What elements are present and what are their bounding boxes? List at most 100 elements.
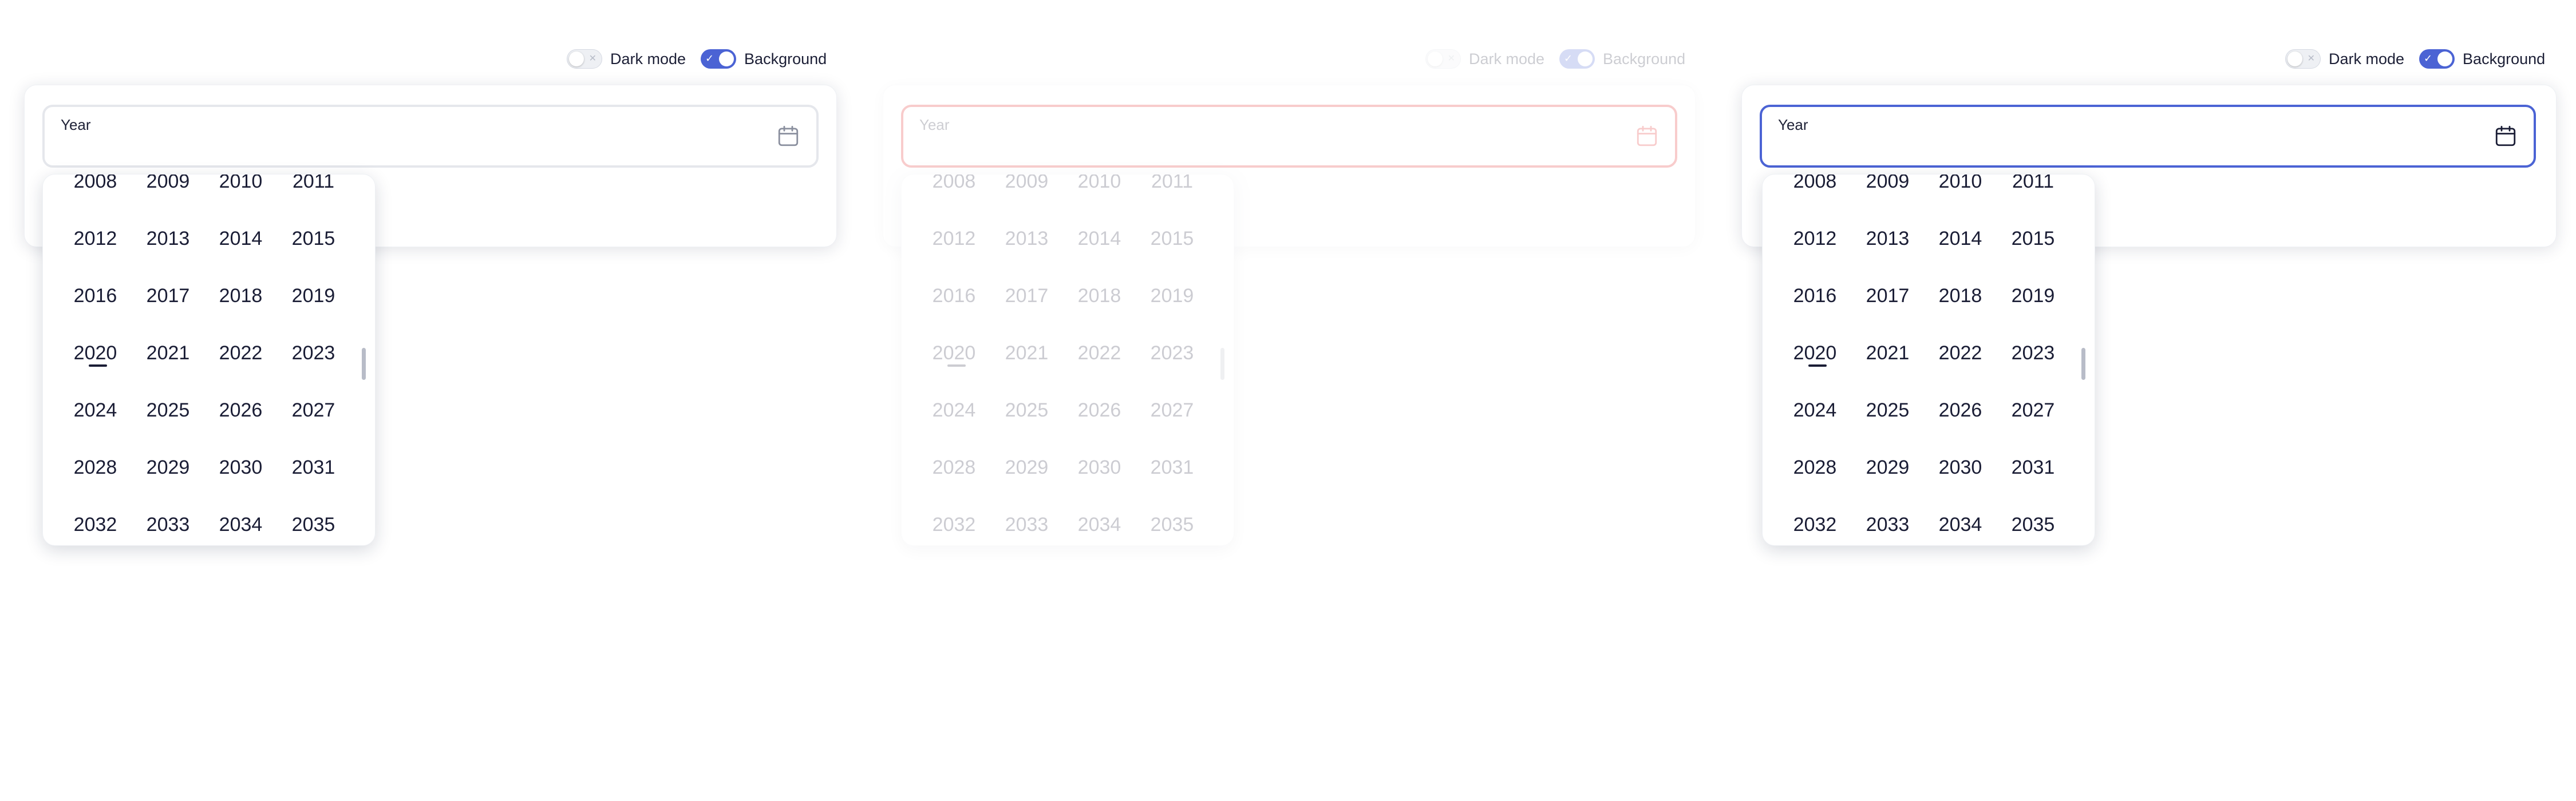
dark-mode-switch[interactable]: ✕	[2285, 49, 2321, 69]
year-option-2030[interactable]: 2030	[1924, 456, 1997, 479]
year-option-2028[interactable]: 2028	[59, 456, 132, 479]
year-option-2034[interactable]: 2034	[1063, 513, 1136, 536]
year-option-2019[interactable]: 2019	[1136, 284, 1208, 307]
year-option-2020[interactable]: 2020	[1779, 342, 1851, 367]
year-dropdown[interactable]: 2008 2009 2010 2011 2012 2013 2014 2015 …	[1762, 174, 2095, 546]
year-option-2008[interactable]: 2008	[918, 175, 990, 193]
year-option-2012[interactable]: 2012	[59, 227, 132, 250]
year-option-2023[interactable]: 2023	[1136, 342, 1208, 364]
background-switch[interactable]: ✓	[2419, 49, 2455, 69]
year-option-2018[interactable]: 2018	[1924, 284, 1997, 307]
year-option-2021[interactable]: 2021	[990, 342, 1063, 364]
scrollbar-thumb[interactable]	[1220, 348, 1224, 380]
calendar-icon[interactable]	[776, 124, 800, 148]
year-option-2010[interactable]: 2010	[1924, 175, 1997, 193]
year-option-2033[interactable]: 2033	[1851, 513, 1924, 536]
background-switch[interactable]: ✓	[1559, 49, 1595, 69]
year-option-2022[interactable]: 2022	[1063, 342, 1136, 364]
year-option-2032[interactable]: 2032	[1779, 513, 1851, 536]
year-option-2017[interactable]: 2017	[990, 284, 1063, 307]
year-option-2018[interactable]: 2018	[204, 284, 277, 307]
year-option-2029[interactable]: 2029	[990, 456, 1063, 479]
year-option-2028[interactable]: 2028	[918, 456, 990, 479]
year-option-2033[interactable]: 2033	[990, 513, 1063, 536]
year-option-2013[interactable]: 2013	[132, 227, 204, 250]
year-option-2011[interactable]: 2011	[1136, 175, 1208, 193]
year-option-2022[interactable]: 2022	[1924, 342, 1997, 364]
dark-mode-switch[interactable]: ✕	[567, 49, 602, 69]
year-option-2016[interactable]: 2016	[918, 284, 990, 307]
year-option-2025[interactable]: 2025	[132, 399, 204, 422]
year-option-2013[interactable]: 2013	[1851, 227, 1924, 250]
year-option-2027[interactable]: 2027	[1136, 399, 1208, 422]
year-option-2024[interactable]: 2024	[59, 399, 132, 422]
year-option-2026[interactable]: 2026	[1063, 399, 1136, 422]
year-option-2011[interactable]: 2011	[277, 175, 350, 193]
year-option-2035[interactable]: 2035	[1997, 513, 2069, 536]
year-option-2019[interactable]: 2019	[277, 284, 350, 307]
year-option-2025[interactable]: 2025	[1851, 399, 1924, 422]
year-option-2024[interactable]: 2024	[1779, 399, 1851, 422]
background-switch[interactable]: ✓	[701, 49, 737, 69]
year-option-2031[interactable]: 2031	[1997, 456, 2069, 479]
year-option-2020[interactable]: 2020	[59, 342, 132, 367]
year-option-2019[interactable]: 2019	[1997, 284, 2069, 307]
year-option-2012[interactable]: 2012	[918, 227, 990, 250]
year-option-2029[interactable]: 2029	[132, 456, 204, 479]
year-option-2008[interactable]: 2008	[1779, 175, 1851, 193]
scrollbar-thumb[interactable]	[362, 348, 366, 380]
year-option-2014[interactable]: 2014	[1063, 227, 1136, 250]
year-option-2024[interactable]: 2024	[918, 399, 990, 422]
year-option-2033[interactable]: 2033	[132, 513, 204, 536]
year-option-2029[interactable]: 2029	[1851, 456, 1924, 479]
year-option-2010[interactable]: 2010	[204, 175, 277, 193]
year-option-2023[interactable]: 2023	[1997, 342, 2069, 364]
year-option-2035[interactable]: 2035	[1136, 513, 1208, 536]
dark-mode-switch[interactable]: ✕	[1425, 49, 1461, 69]
year-option-2031[interactable]: 2031	[277, 456, 350, 479]
year-option-2020[interactable]: 2020	[918, 342, 990, 367]
year-option-2016[interactable]: 2016	[1779, 284, 1851, 307]
calendar-icon[interactable]	[1635, 124, 1659, 148]
scrollbar-thumb[interactable]	[2081, 348, 2085, 380]
year-option-2035[interactable]: 2035	[277, 513, 350, 536]
year-option-2023[interactable]: 2023	[277, 342, 350, 364]
year-dropdown[interactable]: 2008 2009 2010 2011 2012 2013 2014 2015 …	[42, 174, 376, 546]
year-option-2014[interactable]: 2014	[204, 227, 277, 250]
year-option-2034[interactable]: 2034	[1924, 513, 1997, 536]
year-option-2032[interactable]: 2032	[918, 513, 990, 536]
year-option-2030[interactable]: 2030	[204, 456, 277, 479]
year-option-2012[interactable]: 2012	[1779, 227, 1851, 250]
year-option-2016[interactable]: 2016	[59, 284, 132, 307]
year-option-2025[interactable]: 2025	[990, 399, 1063, 422]
year-option-2011[interactable]: 2011	[1997, 175, 2069, 193]
year-option-2027[interactable]: 2027	[1997, 399, 2069, 422]
year-field[interactable]: Year	[42, 105, 819, 168]
year-option-2022[interactable]: 2022	[204, 342, 277, 364]
year-dropdown[interactable]: 2008 2009 2010 2011 2012 2013 2014 2015 …	[901, 174, 1234, 546]
year-option-2031[interactable]: 2031	[1136, 456, 1208, 479]
year-option-2009[interactable]: 2009	[990, 175, 1063, 193]
year-option-2030[interactable]: 2030	[1063, 456, 1136, 479]
year-option-2032[interactable]: 2032	[59, 513, 132, 536]
year-option-2028[interactable]: 2028	[1779, 456, 1851, 479]
calendar-icon[interactable]	[2494, 124, 2518, 148]
year-option-2009[interactable]: 2009	[1851, 175, 1924, 193]
year-option-2009[interactable]: 2009	[132, 175, 204, 193]
year-option-2015[interactable]: 2015	[1136, 227, 1208, 250]
year-option-2021[interactable]: 2021	[1851, 342, 1924, 364]
year-option-2026[interactable]: 2026	[204, 399, 277, 422]
year-option-2034[interactable]: 2034	[204, 513, 277, 536]
year-option-2021[interactable]: 2021	[132, 342, 204, 364]
year-option-2015[interactable]: 2015	[1997, 227, 2069, 250]
year-option-2017[interactable]: 2017	[1851, 284, 1924, 307]
year-option-2026[interactable]: 2026	[1924, 399, 1997, 422]
year-option-2014[interactable]: 2014	[1924, 227, 1997, 250]
year-option-2018[interactable]: 2018	[1063, 284, 1136, 307]
year-option-2013[interactable]: 2013	[990, 227, 1063, 250]
year-option-2010[interactable]: 2010	[1063, 175, 1136, 193]
year-field[interactable]: Year	[901, 105, 1677, 168]
year-option-2008[interactable]: 2008	[59, 175, 132, 193]
year-option-2027[interactable]: 2027	[277, 399, 350, 422]
year-field[interactable]: Year	[1760, 105, 2536, 168]
